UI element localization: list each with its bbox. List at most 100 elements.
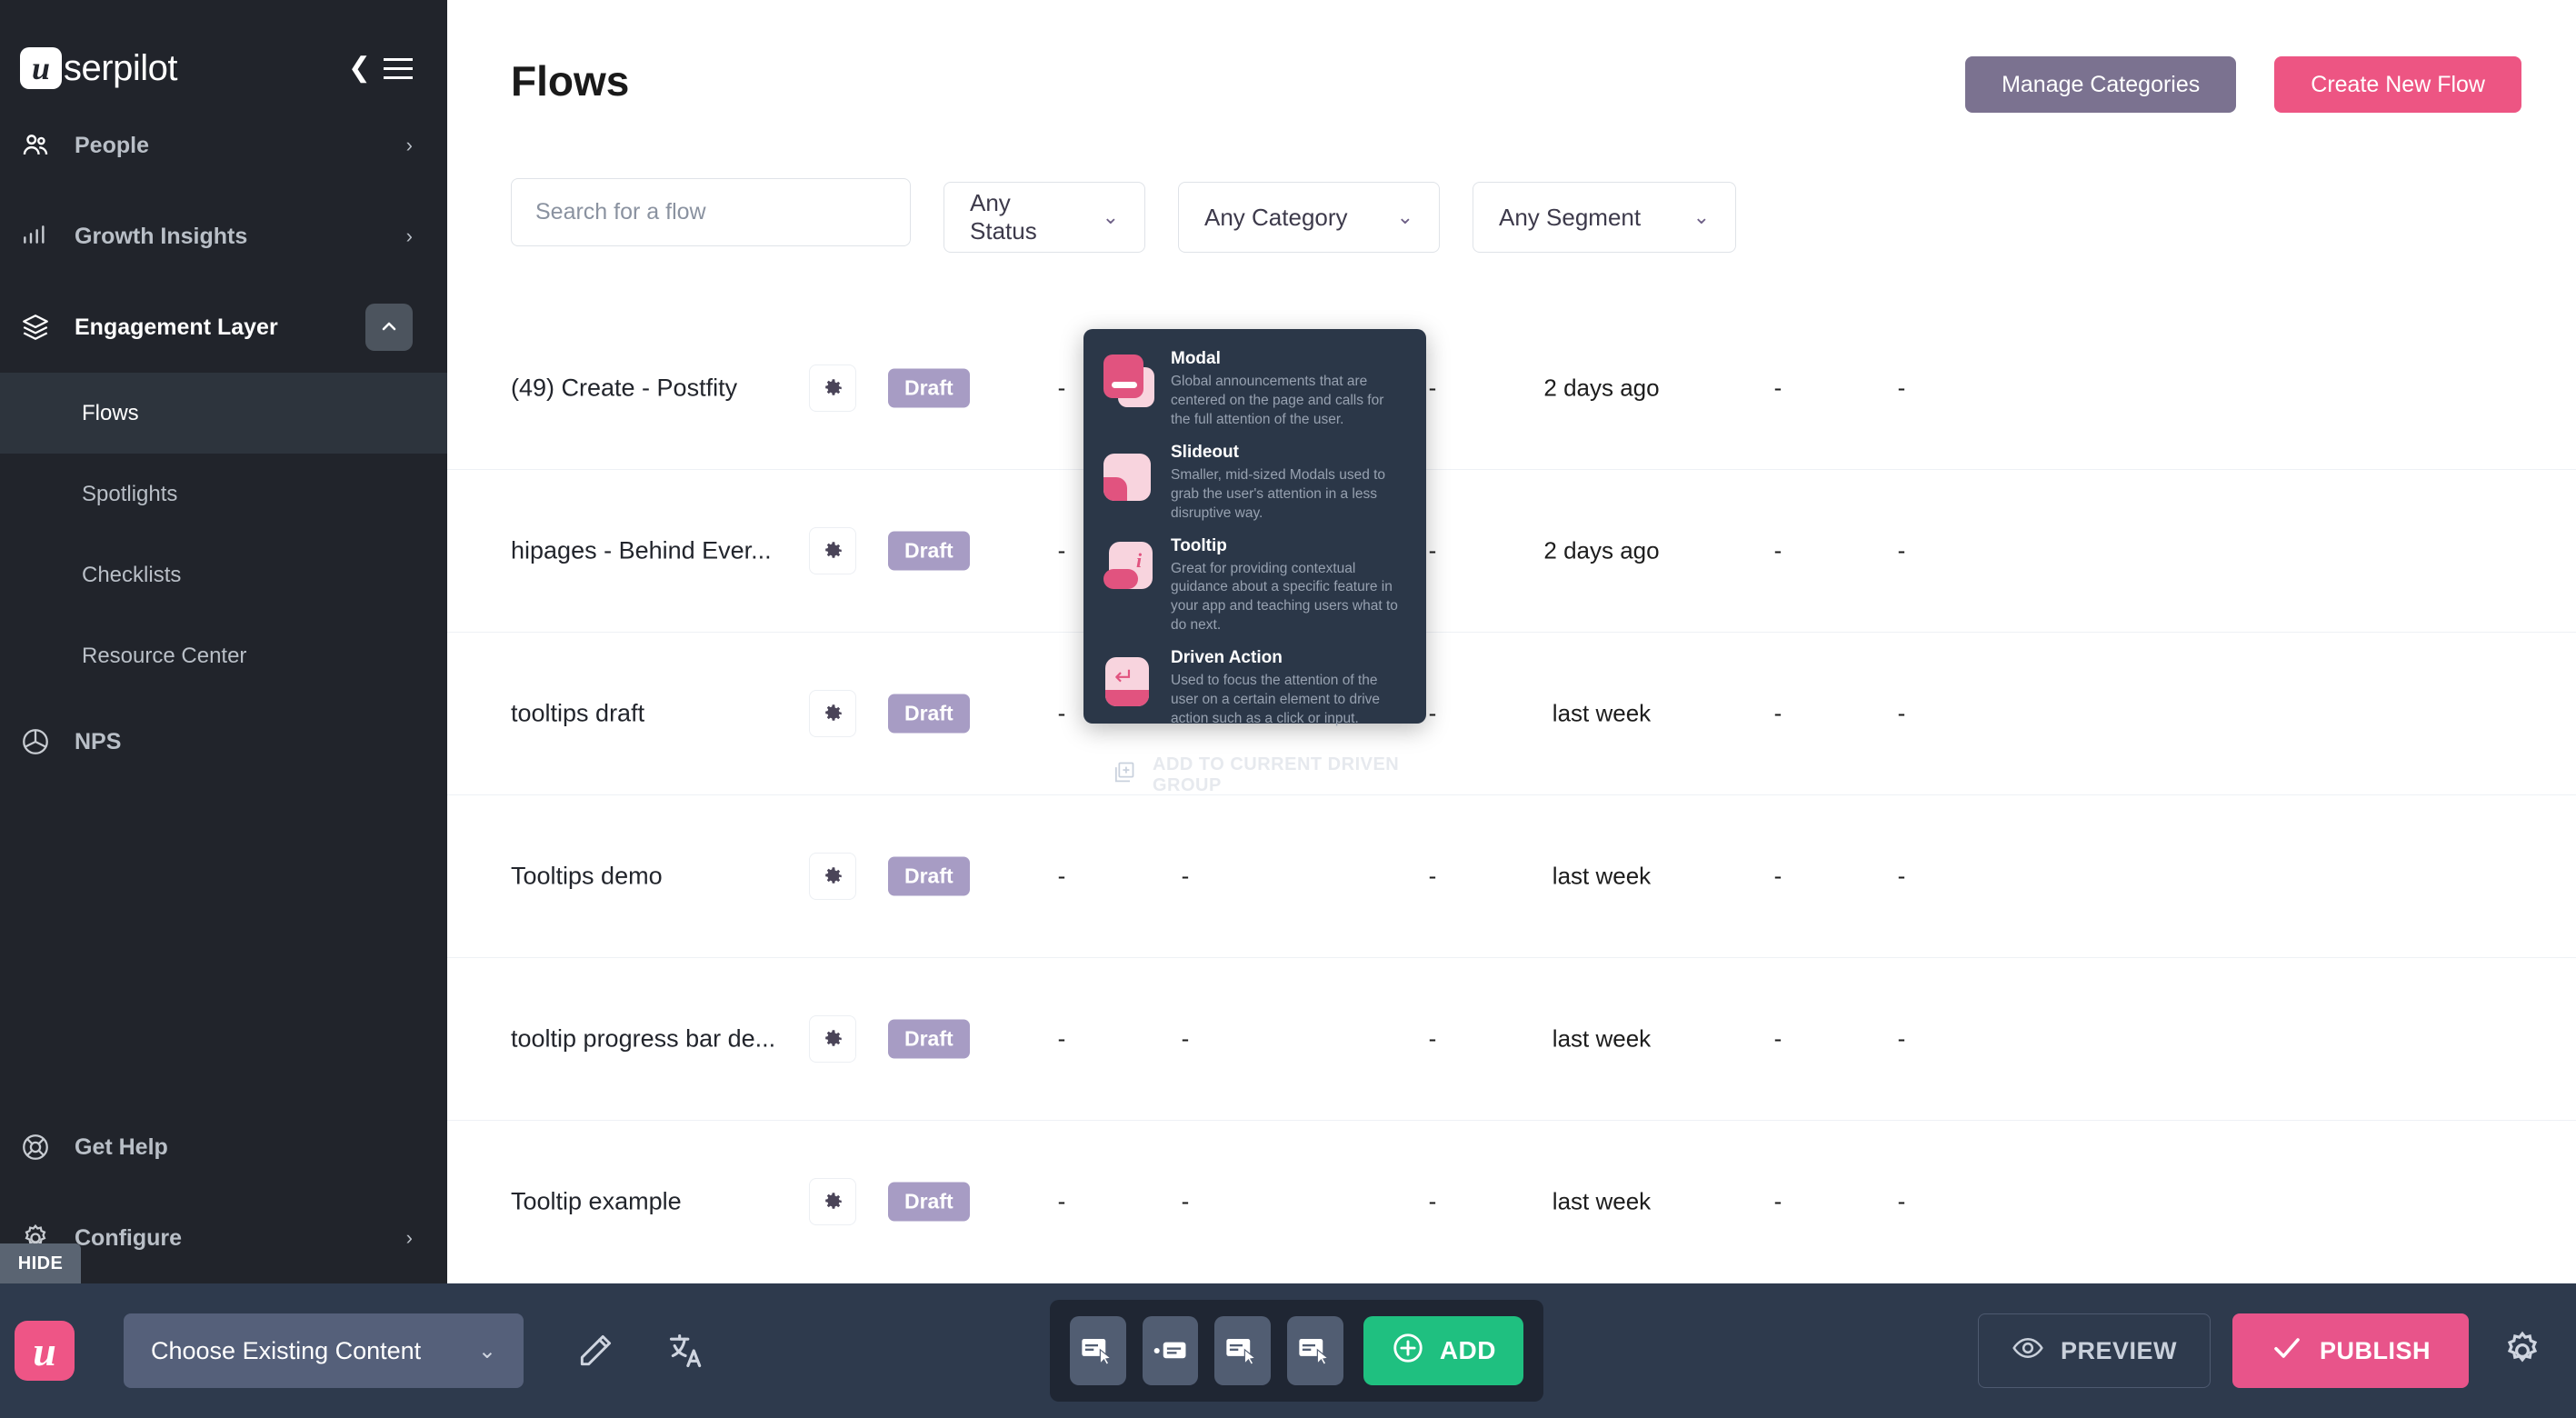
sidebar-item-label: NPS: [75, 728, 122, 754]
popup-item-desc: Great for providing contextual guidance …: [1171, 560, 1398, 634]
sidebar: u serpilot ❮ People › Growth Insights › …: [0, 0, 447, 1283]
check-icon: [2271, 1332, 2303, 1371]
add-label: ADD: [1439, 1336, 1496, 1364]
cell-updated: last week: [1552, 1187, 1652, 1215]
popup-item-tooltip[interactable]: i Tooltip Great for providing contextual…: [1103, 536, 1406, 636]
cell-updated: last week: [1552, 699, 1652, 727]
eye-icon: [2012, 1332, 2044, 1371]
sidebar-item-people[interactable]: People ›: [0, 100, 447, 191]
content-type-popup: Modal Global announcements that are cent…: [1083, 329, 1426, 795]
add-button[interactable]: ADD: [1363, 1316, 1523, 1385]
manage-categories-button[interactable]: Manage Categories: [1965, 56, 2237, 113]
publish-button[interactable]: PUBLISH: [2232, 1313, 2469, 1388]
status-filter-select[interactable]: Any Status ⌄: [944, 182, 1145, 253]
choose-existing-content-select[interactable]: Choose Existing Content ⌄: [124, 1313, 524, 1388]
sidebar-item-checklists[interactable]: Checklists: [0, 534, 447, 615]
sidebar-item-label: Engagement Layer: [75, 314, 278, 340]
row-settings-gear-icon[interactable]: [809, 1178, 856, 1225]
sidebar-item-resource-center[interactable]: Resource Center: [0, 615, 447, 696]
flow-name: (49) Create - Postfity: [511, 374, 738, 402]
cell-updated: 2 days ago: [1543, 536, 1660, 564]
sidebar-item-flows[interactable]: Flows: [0, 373, 447, 454]
cell-updated: 2 days ago: [1543, 374, 1660, 402]
main-content: Flows Manage Categories Create New Flow …: [447, 0, 2576, 1283]
sidebar-item-label: Growth Insights: [75, 223, 248, 249]
brand-name: serpilot: [64, 47, 177, 88]
popup-item-title: Driven Action: [1171, 648, 1283, 668]
flow-name: tooltips draft: [511, 699, 645, 727]
sidebar-item-spotlights[interactable]: Spotlights: [0, 454, 447, 534]
modal-pointer-tool-button[interactable]: [1070, 1316, 1126, 1385]
popup-item-driven-action[interactable]: ↵ Driven Action Used to focus the attent…: [1103, 648, 1406, 729]
life-ring-icon: [20, 1132, 65, 1163]
add-to-group-icon: [1111, 760, 1136, 791]
create-new-flow-button[interactable]: Create New Flow: [2274, 56, 2521, 113]
tooltip-dot-tool-button[interactable]: [1142, 1316, 1199, 1385]
publish-label: PUBLISH: [2319, 1336, 2431, 1364]
flow-name: Tooltip example: [511, 1187, 682, 1215]
row-settings-gear-icon[interactable]: [809, 690, 856, 737]
slideout-pointer-tool-button[interactable]: [1214, 1316, 1272, 1385]
cell-views: -: [1057, 862, 1066, 890]
popup-item-slideout[interactable]: Slideout Smaller, mid-sized Modals used …: [1103, 443, 1406, 524]
cell-extra-2: -: [1897, 374, 1906, 402]
status-badge: Draft: [888, 531, 970, 571]
popup-item-desc: Global announcements that are centered o…: [1171, 374, 1384, 427]
cell-extra-1: -: [1773, 862, 1782, 890]
popup-item-modal[interactable]: Modal Global announcements that are cent…: [1103, 349, 1406, 430]
driven-pointer-tool-button[interactable]: [1287, 1316, 1343, 1385]
row-settings-gear-icon[interactable]: [809, 853, 856, 900]
cell-updated: last week: [1552, 1024, 1652, 1053]
menu-toggle-icon[interactable]: [384, 57, 413, 79]
table-row[interactable]: Tooltips demo Draft - - - last week - -: [447, 795, 2576, 958]
settings-button[interactable]: [2491, 1319, 2554, 1383]
table-row[interactable]: (49) Create - PostfityDraft--0-2 days ag…: [447, 307, 2576, 470]
header-actions: Manage Categories Create New Flow: [1965, 56, 2521, 113]
sidebar-item-label: Get Help: [75, 1133, 168, 1160]
row-settings-gear-icon[interactable]: [809, 527, 856, 574]
cell-views: -: [1057, 1024, 1066, 1053]
category-filter-select[interactable]: Any Category ⌄: [1178, 182, 1440, 253]
sidebar-subitem-label: Resource Center: [82, 643, 247, 668]
bar-chart-icon: [20, 222, 65, 251]
sidebar-item-get-help[interactable]: Get Help: [0, 1102, 447, 1193]
translate-button[interactable]: [654, 1319, 718, 1383]
row-settings-gear-icon[interactable]: [809, 1015, 856, 1063]
status-badge: Draft: [888, 694, 970, 734]
hide-sidebar-tab[interactable]: HIDE: [0, 1243, 81, 1283]
driven-action-icon: ↵: [1103, 654, 1154, 710]
sidebar-item-nps[interactable]: NPS: [0, 696, 447, 787]
sidebar-brand: u serpilot ❮: [0, 0, 447, 100]
table-row[interactable]: hipages - Behind Ever...Draft--0-2 days …: [447, 470, 2576, 633]
cell-updated: last week: [1552, 862, 1652, 890]
sidebar-item-label: Configure: [75, 1224, 183, 1251]
cell-extra-2: -: [1897, 699, 1906, 727]
popup-item-desc: Smaller, mid-sized Modals used to grab t…: [1171, 466, 1386, 521]
cell-extra-2: -: [1897, 862, 1906, 890]
sidebar-item-growth-insights[interactable]: Growth Insights ›: [0, 191, 447, 282]
row-settings-gear-icon[interactable]: [809, 364, 856, 412]
status-badge: Draft: [888, 1019, 970, 1059]
preview-label: PREVIEW: [2060, 1336, 2177, 1364]
chevron-down-icon: ⌄: [477, 1338, 496, 1363]
add-to-current-driven-group-button[interactable]: ADD TO CURRENT DRIVEN GROUP: [1103, 742, 1406, 796]
plus-circle-icon: [1391, 1331, 1425, 1372]
search-input[interactable]: [511, 178, 911, 246]
collapse-sidebar-icon[interactable]: ❮: [348, 55, 371, 82]
chevron-down-icon: ⌄: [1692, 205, 1710, 228]
edit-pencil-button[interactable]: [564, 1319, 627, 1383]
preview-button[interactable]: PREVIEW: [1977, 1313, 2211, 1388]
collapse-engagement-layer-button[interactable]: [365, 304, 413, 351]
flow-name: tooltip progress bar de...: [511, 1024, 776, 1053]
people-icon: [20, 130, 65, 161]
cell-extra-2: -: [1897, 536, 1906, 564]
segment-filter-select[interactable]: Any Segment ⌄: [1473, 182, 1736, 253]
bottom-toolbar: u Choose Existing Content ⌄ ADD PREVIEW …: [0, 1283, 2576, 1418]
table-row[interactable]: tooltips draftDraft---last week--: [447, 633, 2576, 795]
userpilot-badge-icon: u: [15, 1321, 75, 1381]
choose-existing-content-label: Choose Existing Content: [151, 1336, 422, 1364]
table-row[interactable]: tooltip progress bar de... Draft - - - last w…: [447, 958, 2576, 1121]
status-badge: Draft: [888, 368, 970, 408]
sidebar-item-engagement-layer[interactable]: Engagement Layer: [0, 282, 447, 373]
table-row[interactable]: Tooltip example Draft - - - last week - -: [447, 1121, 2576, 1283]
